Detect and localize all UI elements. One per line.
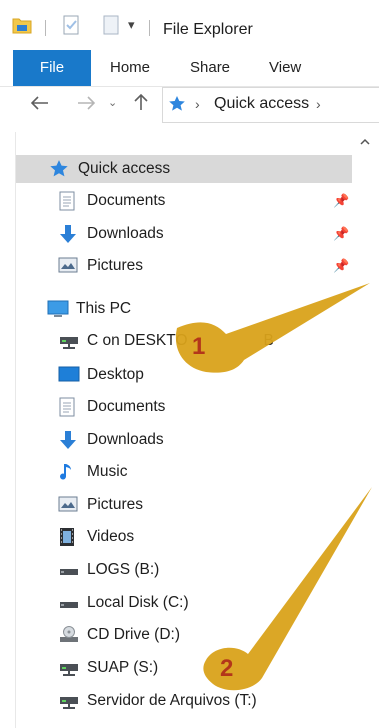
breadcrumb-chevron-icon[interactable]: › (316, 96, 321, 112)
up-icon[interactable] (133, 93, 149, 116)
nav-pictures[interactable]: Pictures (58, 491, 143, 519)
nav-quick-pictures[interactable]: Pictures (58, 252, 143, 280)
nav-quick-documents[interactable]: Documents (58, 187, 165, 215)
ribbon: File Home Share View (0, 50, 379, 87)
back-icon[interactable] (30, 94, 49, 115)
nav-label: Pictures (87, 496, 143, 513)
nav-drive-c-desktop[interactable]: C on DESKTO B (58, 327, 274, 355)
nav-drive-local-disk[interactable]: Local Disk (C:) (58, 589, 189, 617)
tab-file[interactable]: File (13, 50, 91, 86)
nav-label: Local Disk (C:) (87, 594, 189, 611)
nav-label: Videos (87, 528, 135, 545)
divider (45, 20, 46, 36)
nav-this-pc[interactable]: This PC (47, 295, 131, 323)
star-icon (49, 159, 71, 179)
scroll-up-button[interactable] (352, 132, 379, 154)
documents-icon (58, 191, 80, 211)
nav-label: LOGS (B:) (87, 561, 160, 578)
breadcrumb-chevron-icon[interactable]: › (195, 96, 200, 112)
tab-share[interactable]: Share (190, 50, 230, 86)
nav-drive-servidor[interactable]: Servidor de Arquivos (T:) (58, 687, 257, 715)
documents-icon (58, 397, 80, 417)
nav-quick-access[interactable]: Quick access (16, 155, 352, 183)
nav-label: SUAP (S:) (87, 659, 159, 676)
pin-icon[interactable]: 📌 (333, 193, 349, 209)
nav-label: Downloads (87, 431, 164, 448)
star-icon (168, 95, 186, 118)
nav-label: Music (87, 463, 128, 480)
pictures-icon (58, 256, 80, 276)
nav-label: C on DESKTO (87, 332, 188, 349)
divider (149, 20, 150, 36)
folder-icon (12, 14, 32, 36)
recent-locations-icon[interactable]: ⌄ (108, 96, 117, 109)
nav-label: This PC (76, 300, 132, 317)
customize-toolbar-icon[interactable]: ▾ (128, 14, 135, 36)
left-border (0, 123, 15, 728)
properties-icon[interactable] (62, 14, 80, 36)
nav-label: Documents (87, 398, 166, 415)
nav-label: Servidor de Arquivos (T:) (87, 692, 257, 709)
videos-icon (58, 527, 80, 547)
drive-icon (58, 560, 80, 580)
nav-label: Desktop (87, 366, 144, 383)
download-arrow-icon (58, 430, 80, 450)
nav-label: CD Drive (D:) (87, 626, 180, 643)
network-drive-icon (58, 658, 80, 678)
cd-drive-icon (58, 625, 80, 645)
nav-label: Pictures (87, 257, 143, 274)
network-drive-icon (58, 331, 80, 351)
nav-downloads[interactable]: Downloads (58, 426, 164, 454)
nav-drive-cd[interactable]: CD Drive (D:) (58, 621, 180, 649)
pictures-icon (58, 495, 80, 515)
tab-home[interactable]: Home (110, 50, 150, 86)
nav-label: Documents (87, 192, 166, 209)
pin-icon[interactable]: 📌 (333, 258, 349, 274)
new-folder-icon[interactable] (102, 14, 120, 36)
download-arrow-icon (58, 224, 80, 244)
music-icon (58, 462, 80, 482)
computer-icon (47, 299, 69, 319)
callout-number-1: 1 (192, 333, 206, 360)
drive-icon (58, 593, 80, 613)
desktop-icon (58, 365, 80, 385)
tab-view[interactable]: View (269, 50, 301, 86)
breadcrumb-quick-access[interactable]: Quick access (214, 95, 309, 113)
forward-icon[interactable] (77, 94, 96, 115)
nav-label: Downloads (87, 225, 164, 242)
nav-documents[interactable]: Documents (58, 393, 165, 421)
nav-music[interactable]: Music (58, 458, 127, 486)
nav-videos[interactable]: Videos (58, 523, 134, 551)
nav-desktop[interactable]: Desktop (58, 361, 144, 389)
pin-icon[interactable]: 📌 (333, 226, 349, 242)
nav-quick-downloads[interactable]: Downloads (58, 220, 164, 248)
callout-number-2: 2 (220, 655, 234, 682)
nav-drive-suap[interactable]: SUAP (S:) (58, 654, 158, 682)
nav-drive-logs[interactable]: LOGS (B:) (58, 556, 159, 584)
nav-label: Quick access (78, 160, 171, 177)
network-drive-icon (58, 691, 80, 711)
nav-label-suffix: B (263, 332, 274, 349)
window-title: File Explorer (163, 21, 253, 38)
